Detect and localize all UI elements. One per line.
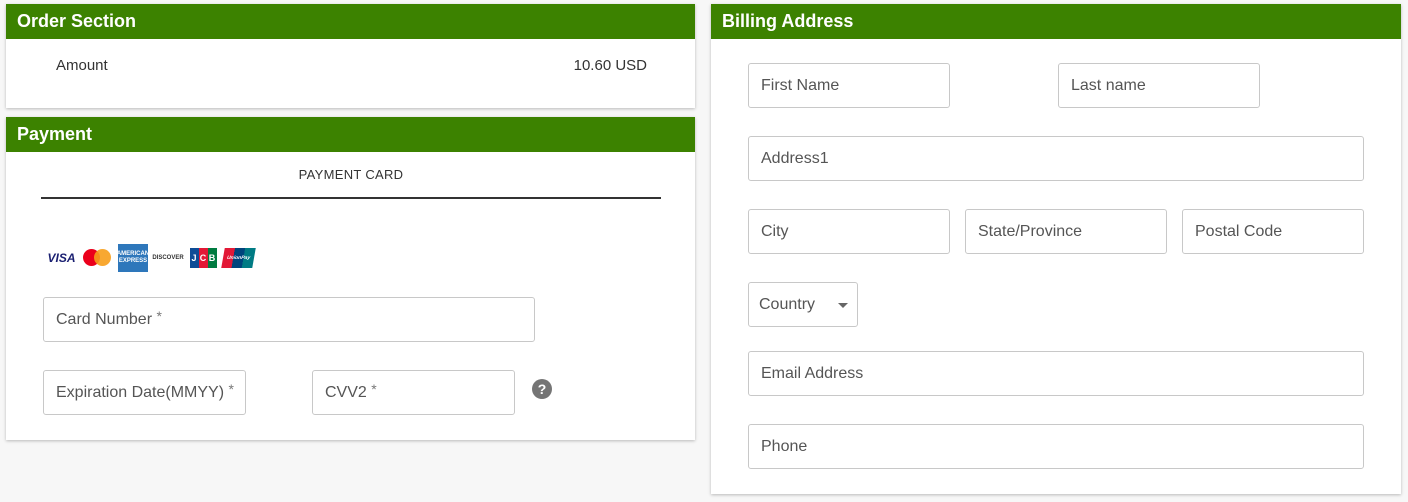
mastercard-icon xyxy=(82,248,113,268)
cvv-help-icon[interactable]: ? xyxy=(532,379,552,399)
amex-icon: AMERICAN EXPRESS xyxy=(117,244,149,272)
country-select[interactable]: Country xyxy=(748,282,858,327)
first-name-input[interactable] xyxy=(749,64,949,107)
city-field[interactable] xyxy=(748,209,950,254)
state-province-field[interactable] xyxy=(965,209,1167,254)
email-address-input[interactable] xyxy=(749,352,1363,395)
billing-address-card: Billing Address Country xyxy=(711,4,1401,494)
card-number-label: Card Number * xyxy=(56,308,162,328)
jcb-icon: JCB xyxy=(188,248,218,268)
first-name-field[interactable] xyxy=(748,63,950,108)
tab-payment-card[interactable]: PAYMENT CARD xyxy=(41,167,661,182)
postal-code-input[interactable] xyxy=(1183,210,1363,253)
expiration-date-field[interactable]: Expiration Date(MMYY) * xyxy=(43,370,246,415)
card-number-field[interactable]: Card Number * xyxy=(43,297,535,342)
expiration-date-label: Expiration Date(MMYY) * xyxy=(56,381,234,401)
payment-header: Payment xyxy=(6,117,695,152)
visa-icon: VISA xyxy=(47,251,76,265)
billing-address-header: Billing Address xyxy=(711,4,1401,39)
amount-value: 10.60 USD xyxy=(573,57,647,74)
amount-label: Amount xyxy=(56,57,108,74)
state-province-input[interactable] xyxy=(966,210,1166,253)
cvv2-field[interactable]: CVV2 * xyxy=(312,370,515,415)
order-section-header: Order Section xyxy=(6,4,695,39)
last-name-input[interactable] xyxy=(1059,64,1259,107)
phone-input[interactable] xyxy=(749,425,1363,468)
address1-field[interactable] xyxy=(748,136,1364,181)
order-section-card: Order Section Amount 10.60 USD xyxy=(6,4,695,108)
email-address-field[interactable] xyxy=(748,351,1364,396)
chevron-down-icon xyxy=(838,303,848,308)
accepted-cards-logos: VISA AMERICAN EXPRESS DISCOVER JCB Union… xyxy=(46,244,256,272)
address1-input[interactable] xyxy=(749,137,1363,180)
country-select-value: Country xyxy=(759,296,816,313)
last-name-field[interactable] xyxy=(1058,63,1260,108)
payment-card: Payment PAYMENT CARD VISA AMERICAN EXPRE… xyxy=(6,117,695,440)
cvv2-label: CVV2 * xyxy=(325,381,377,401)
phone-field[interactable] xyxy=(748,424,1364,469)
discover-icon: DISCOVER xyxy=(152,255,184,261)
postal-code-field[interactable] xyxy=(1182,209,1364,254)
city-input[interactable] xyxy=(749,210,949,253)
tab-active-indicator xyxy=(41,197,661,199)
unionpay-icon: UnionPay xyxy=(221,248,256,268)
